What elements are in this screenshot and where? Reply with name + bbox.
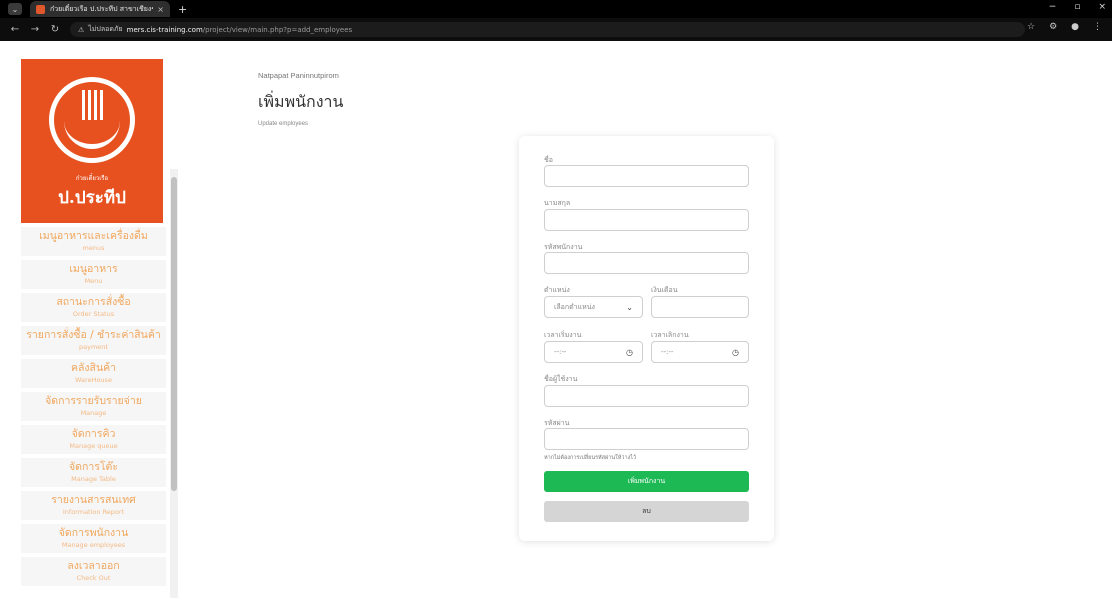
- sidebar-item-manage-employees[interactable]: จัดการพนักงาน Manage employees: [21, 524, 166, 553]
- sidebar-item-sublabel: Check Out: [76, 574, 111, 582]
- bookmark-star-icon[interactable]: ☆: [1027, 22, 1035, 32]
- chevron-down-icon: ⌄: [626, 302, 633, 312]
- username-label: ชื่อผู้ใช้งาน: [544, 375, 578, 383]
- sidebar-item-sublabel: payment: [79, 343, 108, 351]
- password-hint: หากไม่ต้องการเปลี่ยนรหัสผ่านให้ว่างไว้: [544, 455, 637, 461]
- url-path: /project/view/main.php?p=add_employees: [202, 25, 353, 34]
- sidebar-item-warehouse[interactable]: คลังสินค้า WareHouse: [21, 359, 166, 388]
- page-subtitle: Update employees: [258, 121, 309, 127]
- end-time-input[interactable]: --:-- ◷: [651, 341, 749, 363]
- salary-label: เงินเดือน: [651, 286, 678, 294]
- sidebar-item-check-out[interactable]: ลงเวลาออก Check Out: [21, 557, 166, 586]
- new-tab-button[interactable]: +: [178, 3, 187, 16]
- maximize-button[interactable]: ▫: [1074, 2, 1080, 12]
- sidebar-item-information-report[interactable]: รายงานสารสนเทศ Information Report: [21, 491, 166, 520]
- sidebar-item-label: จัดการรายรับรายจ่าย: [45, 395, 142, 407]
- sidebar-item-label: คลังสินค้า: [70, 362, 117, 374]
- sidebar-item-label: รายการสั่งซื้อ / ชำระค่าสินค้า: [26, 329, 161, 341]
- add-employee-button[interactable]: เพิ่มพนักงาน: [544, 471, 749, 492]
- user-name: Natpapat Paninnutpirom: [258, 71, 339, 80]
- position-label: ตำแหน่ง: [544, 286, 570, 294]
- clock-icon[interactable]: ◷: [626, 348, 633, 357]
- sidebar: ก๋วยเตี๋ยวเรือ ป.ประทีป เมนูอาหารและเครื…: [0, 41, 178, 598]
- end-time-label: เวลาเลิกงาน: [651, 331, 689, 339]
- position-select[interactable]: เลือกตำแหน่ง ⌄: [544, 296, 643, 318]
- brand-logo[interactable]: ก๋วยเตี๋ยวเรือ ป.ประทีป: [21, 59, 163, 223]
- tab-close-button[interactable]: ×: [157, 5, 164, 14]
- sidebar-scrollbar[interactable]: [171, 177, 177, 491]
- profile-icon[interactable]: ●: [1071, 22, 1079, 32]
- sidebar-item-label: เมนูอาหาร: [69, 263, 118, 275]
- tab-search-button[interactable]: ⌄: [8, 3, 22, 15]
- sidebar-item-manage-queue[interactable]: จัดการคิว Manage queue: [21, 425, 166, 454]
- sidebar-item-sublabel: Order Status: [72, 310, 115, 318]
- end-time-value: --:--: [661, 348, 674, 356]
- sidebar-item-sublabel: menus: [82, 244, 105, 252]
- favicon-icon: [36, 4, 45, 14]
- more-menu-icon[interactable]: ⋮: [1093, 22, 1102, 32]
- sidebar-item-label: จัดการโต๊ะ: [69, 461, 118, 473]
- first-name-input[interactable]: [544, 165, 749, 187]
- window-controls: − ▫ ×: [1049, 2, 1106, 12]
- sidebar-item-label: ลงเวลาออก: [67, 560, 120, 572]
- sidebar-item-label: เมนูอาหารและเครื่องดื่ม: [39, 230, 148, 242]
- last-name-label: นามสกุล: [544, 199, 571, 207]
- position-select-value: เลือกตำแหน่ง: [554, 302, 595, 311]
- sidebar-item-payment[interactable]: รายการสั่งซื้อ / ชำระค่าสินค้า payment: [21, 326, 166, 355]
- reload-icon[interactable]: ↻: [50, 24, 60, 35]
- back-arrow-icon[interactable]: ←: [10, 24, 20, 35]
- sidebar-item-sublabel: Manage employees: [61, 541, 126, 549]
- sidebar-item-label: จัดการคิว: [71, 428, 116, 440]
- sidebar-item-manage-table[interactable]: จัดการโต๊ะ Manage Table: [21, 458, 166, 487]
- tab-title: ก๋วยเตี๋ยวเรือ ป.ประทีป สาขาเชียงของ: [50, 4, 154, 13]
- salary-input[interactable]: [651, 296, 749, 318]
- url-field[interactable]: ⚠ ไม่ปลอดภัย mers.cis-training.com /proj…: [70, 22, 1025, 37]
- username-input[interactable]: [544, 385, 749, 407]
- sidebar-item-manage[interactable]: จัดการรายรับรายจ่าย Manage: [21, 392, 166, 421]
- sidebar-item-sublabel: Manage: [80, 409, 107, 417]
- browser-tab[interactable]: ก๋วยเตี๋ยวเรือ ป.ประทีป สาขาเชียงของ ×: [30, 1, 170, 17]
- close-window-button[interactable]: ×: [1098, 2, 1106, 12]
- sidebar-item-sublabel: Manage queue: [69, 442, 118, 450]
- start-time-value: --:--: [554, 348, 567, 356]
- forward-arrow-icon[interactable]: →: [30, 24, 40, 35]
- sidebar-item-label: จัดการพนักงาน: [58, 527, 129, 539]
- delete-button[interactable]: ลบ: [544, 501, 749, 522]
- logo-subtitle: ก๋วยเตี๋ยวเรือ: [75, 175, 109, 182]
- last-name-input[interactable]: [544, 209, 749, 231]
- browser-tab-bar: ⌄ ก๋วยเตี๋ยวเรือ ป.ประทีป สาขาเชียงของ ×…: [0, 0, 1112, 18]
- clock-icon[interactable]: ◷: [732, 348, 739, 357]
- noodle-bowl-icon: [49, 77, 135, 163]
- sidebar-item-menu[interactable]: เมนูอาหาร Menu: [21, 260, 166, 289]
- sidebar-item-sublabel: WareHouse: [75, 376, 112, 384]
- start-time-label: เวลาเริ่มงาน: [544, 331, 582, 339]
- not-secure-label: ไม่ปลอดภัย: [88, 25, 123, 33]
- sidebar-item-sublabel: Information Report: [62, 508, 125, 516]
- sidebar-item-label: รายงานสารสนเทศ: [51, 494, 136, 506]
- employee-id-input[interactable]: [544, 252, 749, 274]
- sidebar-item-sublabel: Manage Table: [71, 475, 116, 483]
- logo-name: ป.ประทีป: [58, 188, 126, 208]
- sidebar-menu: เมนูอาหารและเครื่องดื่ม menus เมนูอาหาร …: [21, 227, 166, 590]
- toolbar-icons: ☆ ⚙ ● ⋮: [1027, 22, 1102, 32]
- sidebar-item-menus[interactable]: เมนูอาหารและเครื่องดื่ม menus: [21, 227, 166, 256]
- sidebar-item-label: สถานะการสั่งซื้อ: [56, 296, 131, 308]
- minimize-button[interactable]: −: [1049, 2, 1057, 12]
- password-input[interactable]: [544, 428, 749, 450]
- warning-icon: ⚠: [78, 25, 85, 34]
- address-bar-row: ← → ↻ ⚠ ไม่ปลอดภัย mers.cis-training.com…: [0, 18, 1112, 41]
- url-host: mers.cis-training.com: [126, 25, 203, 34]
- extensions-icon[interactable]: ⚙: [1049, 22, 1057, 32]
- start-time-input[interactable]: --:-- ◷: [544, 341, 643, 363]
- page-title: เพิ่มพนักงาน: [258, 92, 344, 111]
- sidebar-item-sublabel: Menu: [84, 277, 103, 285]
- sidebar-item-order-status[interactable]: สถานะการสั่งซื้อ Order Status: [21, 293, 166, 322]
